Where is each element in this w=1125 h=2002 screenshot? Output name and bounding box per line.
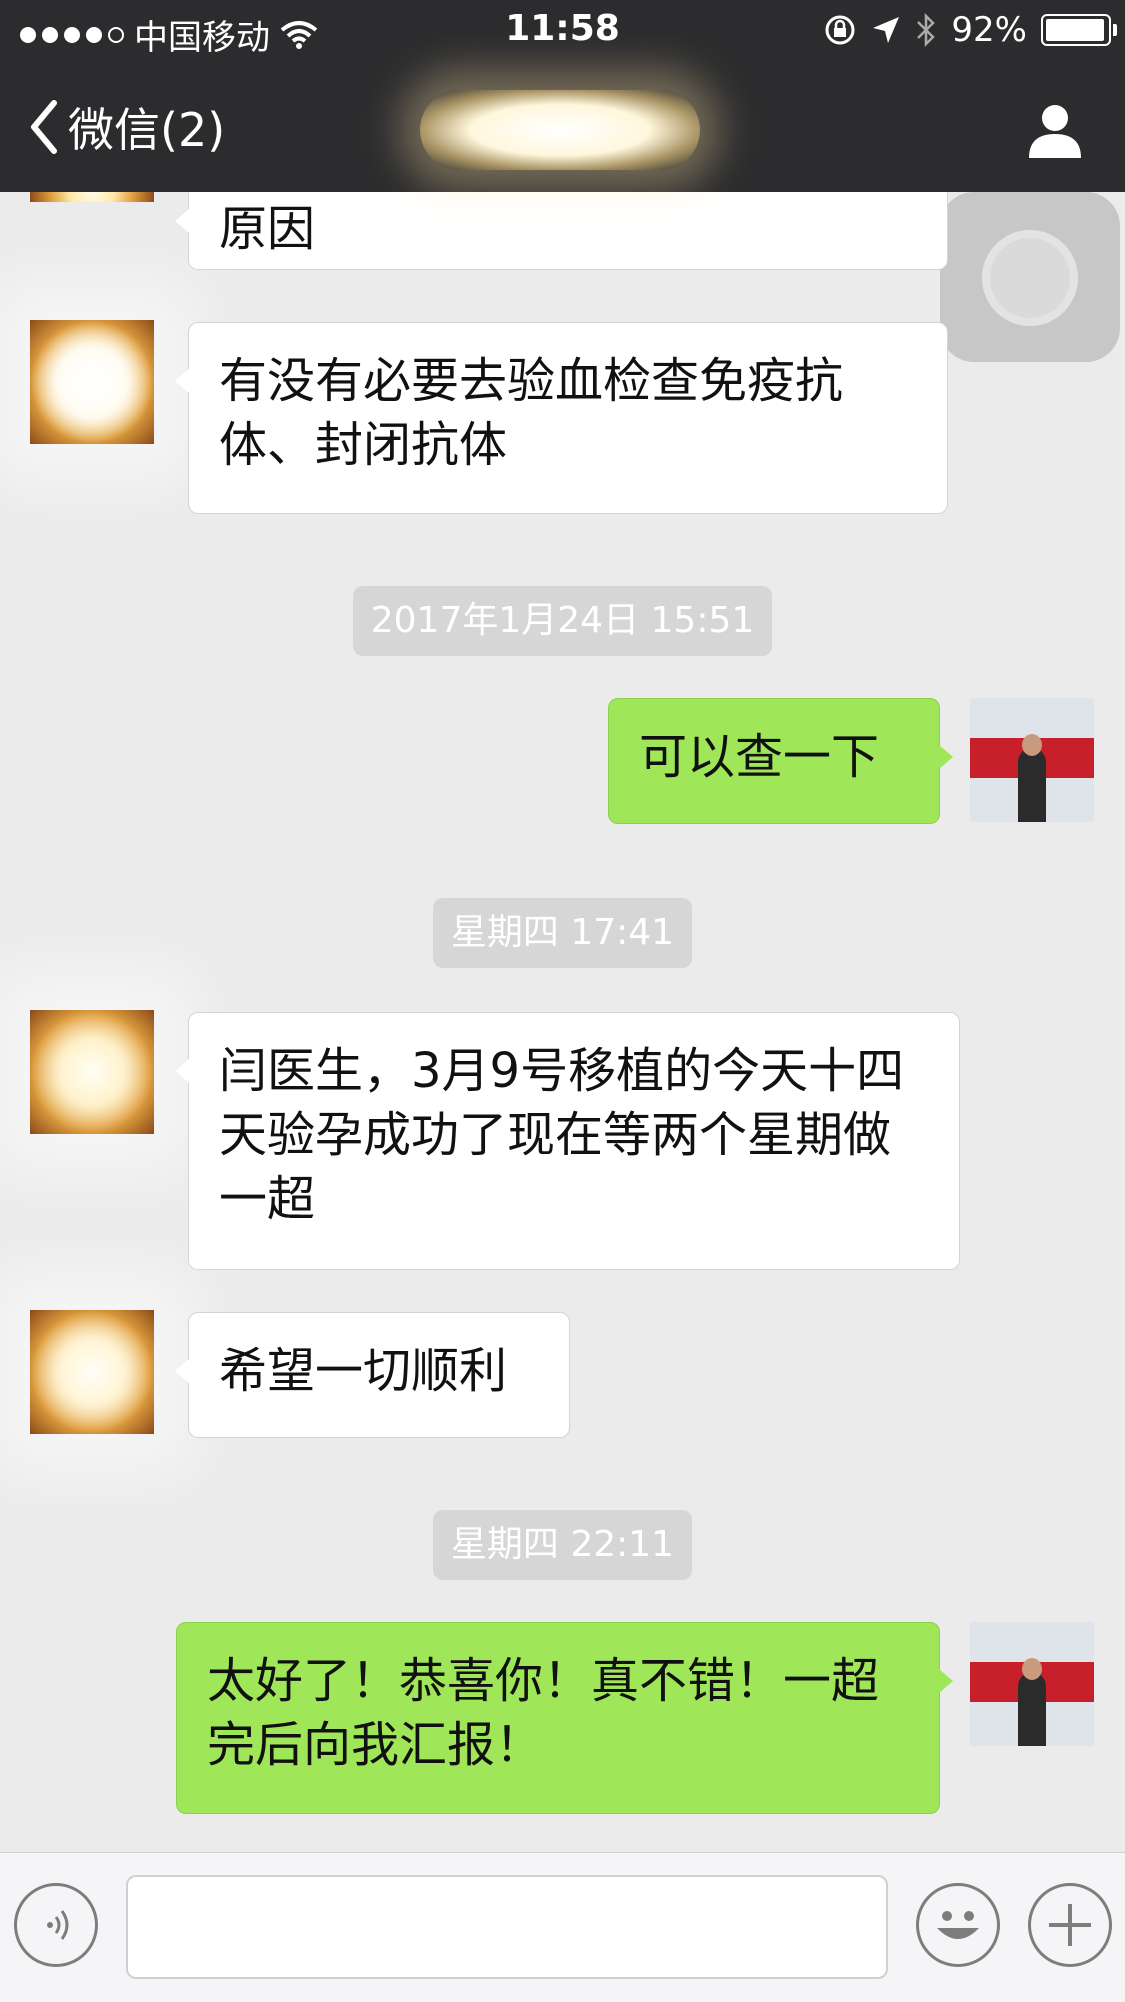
timestamp: 2017年1月24日 15:51 (0, 586, 1125, 656)
battery-icon (1041, 14, 1117, 46)
voice-button[interactable] (14, 1883, 98, 1967)
message-text: 有没有必要去验血检查免疫抗体、封闭抗体 (219, 353, 844, 473)
message-text: 可以查一下 (639, 729, 880, 785)
rotation-lock-icon (825, 15, 855, 45)
message-bubble-incoming[interactable]: 希望一切顺利 (175, 1312, 570, 1438)
back-button[interactable]: 微信(2) (28, 94, 225, 160)
message-bubble-outgoing[interactable]: 可以查一下 (608, 698, 953, 824)
chat-title-redacted (420, 90, 700, 170)
timestamp: 星期四 22:11 (0, 1510, 1125, 1580)
bluetooth-icon (917, 13, 936, 47)
voice-icon (47, 1910, 69, 1940)
message-bubble-incoming[interactable]: 有没有必要去验血检查免疫抗体、封闭抗体 (175, 322, 948, 514)
chat-area[interactable]: 原因 有没有必要去验血检查免疫抗体、封闭抗体 2017年1月24日 15:51 … (0, 192, 1125, 1852)
avatar[interactable] (970, 698, 1094, 822)
battery-percent: 92% (951, 10, 1027, 50)
message-text: 原因 (219, 201, 316, 257)
status-bar: 中国移动 11:58 92% (0, 0, 1125, 60)
chevron-left-icon (31, 100, 57, 154)
avatar[interactable] (970, 1622, 1094, 1746)
message-text: 希望一切顺利 (219, 1343, 508, 1399)
avatar[interactable] (30, 1310, 154, 1434)
person-icon[interactable] (1025, 100, 1085, 160)
message-bubble-incoming[interactable]: 闫医生，3月9号移植的今天十四天验孕成功了现在等两个星期做一超 (175, 1012, 960, 1270)
emoji-icon (937, 1911, 979, 1939)
nav-bar: 微信(2) (0, 60, 1125, 192)
location-arrow-icon (873, 17, 900, 43)
emoji-button[interactable] (916, 1883, 1000, 1967)
message-bubble-outgoing[interactable]: 太好了！恭喜你！真不错！一超完后向我汇报！ (176, 1622, 953, 1814)
avatar[interactable] (30, 320, 154, 444)
message-text: 太好了！恭喜你！真不错！一超完后向我汇报！ (207, 1653, 880, 1773)
plus-button[interactable] (1028, 1883, 1112, 1967)
plus-icon (1049, 1904, 1091, 1946)
back-label: 微信(2) (68, 103, 226, 157)
timestamp: 星期四 17:41 (0, 898, 1125, 968)
status-right: 92% (823, 10, 1117, 50)
message-bubble-incoming[interactable]: 原因 (175, 192, 948, 270)
top-bar: 中国移动 11:58 92% 微信(2) (0, 0, 1125, 192)
assistive-touch-button[interactable] (940, 192, 1120, 362)
message-text: 闫医生，3月9号移植的今天十四天验孕成功了现在等两个星期做一超 (219, 1043, 905, 1227)
avatar[interactable] (30, 192, 154, 202)
message-input[interactable] (126, 1875, 888, 1979)
input-bar (0, 1852, 1125, 2002)
avatar[interactable] (30, 1010, 154, 1134)
